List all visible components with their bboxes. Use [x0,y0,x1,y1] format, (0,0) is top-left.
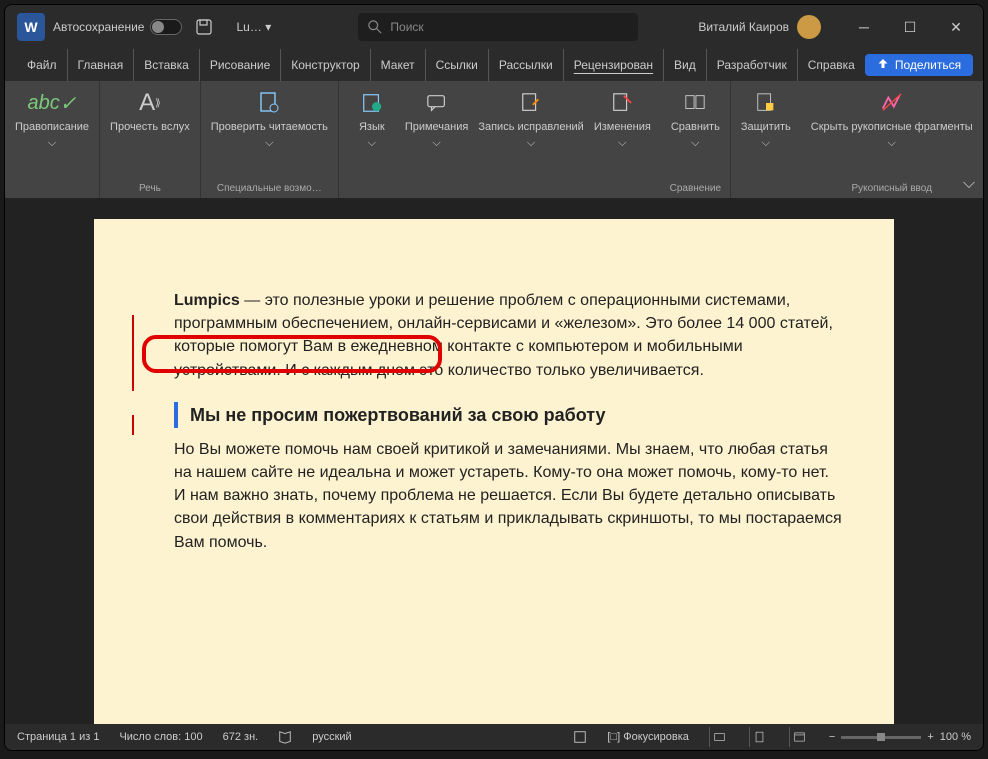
revision-mark-icon[interactable] [132,415,134,435]
ribbon: abc✓ Правописание ⌵ A⟫ Прочесть вслух Ре… [5,81,983,199]
chevron-down-icon: ⌵ [618,137,626,150]
titlebar: W Автосохранение Lu… ▾ Поиск Виталий Каи… [5,5,983,49]
ribbon-collapse-button[interactable]: ⌵ [959,174,979,194]
chevron-down-icon: ⌵ [48,137,56,150]
hide-ink-button[interactable]: Скрыть рукописные фрагменты ⌵ [809,85,975,154]
ribbon-group-protect: Защитить ⌵ [731,81,801,198]
toggle-switch-icon[interactable] [150,19,182,35]
save-icon[interactable] [196,19,212,35]
ribbon-group-compare: Сравнить ⌵ Сравнение [661,81,731,198]
window-controls: ─ ☐ ✕ [841,5,979,49]
user-name: Виталий Каиров [698,20,789,34]
tab-review[interactable]: Рецензирован [564,49,664,81]
maximize-button[interactable]: ☐ [887,5,933,49]
compare-button[interactable]: Сравнить ⌵ [669,85,722,154]
tab-file[interactable]: Файл [17,49,68,81]
search-icon [368,20,382,34]
minimize-button[interactable]: ─ [841,5,887,49]
chevron-down-icon: ⌵ [432,137,440,150]
track-changes-icon [517,89,545,117]
document-name[interactable]: Lu… ▾ [236,20,271,34]
zoom-out-button[interactable]: − [829,731,835,743]
ink-icon [878,89,906,117]
autosave-toggle[interactable]: Автосохранение [53,19,182,35]
share-icon [877,59,889,71]
tab-view[interactable]: Вид [664,49,707,81]
globe-icon [358,89,386,117]
chevron-down-icon: ⌵ [691,137,699,150]
focus-mode-button[interactable]: [□] Фокусировка [607,731,689,743]
view-web-icon[interactable] [789,727,809,747]
zoom-level[interactable]: 100 % [940,731,971,743]
chevron-down-icon: ⌵ [762,137,770,150]
spellcheck-button[interactable]: abc✓ Правописание ⌵ [13,85,91,154]
tab-help[interactable]: Справка [798,49,865,81]
read-aloud-icon: A⟫ [136,89,164,117]
comments-button[interactable]: Примечания ⌵ [403,85,471,154]
ribbon-group-proofing: abc✓ Правописание ⌵ [5,81,100,198]
avatar-icon [797,15,821,39]
paragraph-1[interactable]: Lumpics — это полезные уроки и решение п… [174,289,842,382]
share-button[interactable]: Поделиться [865,54,973,76]
close-button[interactable]: ✕ [933,5,979,49]
word-window: W Автосохранение Lu… ▾ Поиск Виталий Каи… [4,4,984,751]
read-aloud-button[interactable]: A⟫ Прочесть вслух [108,85,192,137]
tab-insert[interactable]: Вставка [134,49,200,81]
zoom-control[interactable]: − + 100 % [829,731,971,743]
comment-icon [423,89,451,117]
status-bar: Страница 1 из 1 Число слов: 100 672 зн. … [5,724,983,750]
changes-button[interactable]: Изменения ⌵ [592,85,653,154]
ribbon-group-speech: A⟫ Прочесть вслух Речь [100,81,201,198]
tab-layout[interactable]: Макет [371,49,426,81]
bold-title: Lumpics [174,292,240,309]
heading-2[interactable]: Мы не просим пожертвований за свою работ… [174,402,842,428]
ribbon-group-language: Язык ⌵ Примечания ⌵ Запись исправлений ⌵… [339,81,661,198]
view-read-icon[interactable] [709,727,729,747]
tab-home[interactable]: Главная [68,49,135,81]
lock-icon [752,89,780,117]
chevron-down-icon: ⌵ [265,137,273,150]
language-button[interactable]: Язык ⌵ [347,85,397,154]
changes-icon [608,89,636,117]
user-account[interactable]: Виталий Каиров [698,15,821,39]
ribbon-group-accessibility: Проверить читаемость ⌵ Специальные возмо… [201,81,339,198]
book-icon[interactable] [278,730,292,744]
chevron-down-icon: ⌵ [527,137,535,150]
tab-draw[interactable]: Рисование [200,49,281,81]
chevron-down-icon: ⌵ [368,137,376,150]
zoom-in-button[interactable]: + [927,731,933,743]
status-page[interactable]: Страница 1 из 1 [17,731,99,743]
check-readability-button[interactable]: Проверить читаемость ⌵ [209,85,330,154]
revision-mark-icon[interactable] [132,315,134,391]
tab-developer[interactable]: Разработчик [707,49,798,81]
accessibility-icon[interactable] [573,730,587,744]
tab-mailings[interactable]: Рассылки [489,49,564,81]
word-app-icon[interactable]: W [17,13,45,41]
track-changes-button[interactable]: Запись исправлений ⌵ [476,85,585,154]
search-input[interactable]: Поиск [358,13,638,41]
ribbon-tabs: Файл Главная Вставка Рисование Конструкт… [5,49,983,81]
autosave-label: Автосохранение [53,20,144,34]
status-words[interactable]: Число слов: 100 [119,731,202,743]
spellcheck-icon: abc✓ [38,89,66,117]
protect-button[interactable]: Защитить ⌵ [739,85,793,154]
tab-references[interactable]: Ссылки [426,49,489,81]
status-language[interactable]: русский [312,731,351,743]
chevron-down-icon: ⌵ [888,137,896,150]
view-print-icon[interactable] [749,727,769,747]
zoom-slider[interactable] [841,736,921,739]
tab-design[interactable]: Конструктор [281,49,370,81]
ribbon-group-ink: Скрыть рукописные фрагменты ⌵ Рукописный… [801,81,983,198]
compare-icon [681,89,709,117]
document-page[interactable]: Lumpics — это полезные уроки и решение п… [94,219,894,724]
status-chars[interactable]: 672 зн. [223,731,259,743]
document-check-icon [255,89,283,117]
paragraph-2[interactable]: Но Вы можете помочь нам своей критикой и… [174,438,842,554]
document-canvas[interactable]: Lumpics — это полезные уроки и решение п… [5,199,983,724]
search-placeholder: Поиск [390,20,423,34]
